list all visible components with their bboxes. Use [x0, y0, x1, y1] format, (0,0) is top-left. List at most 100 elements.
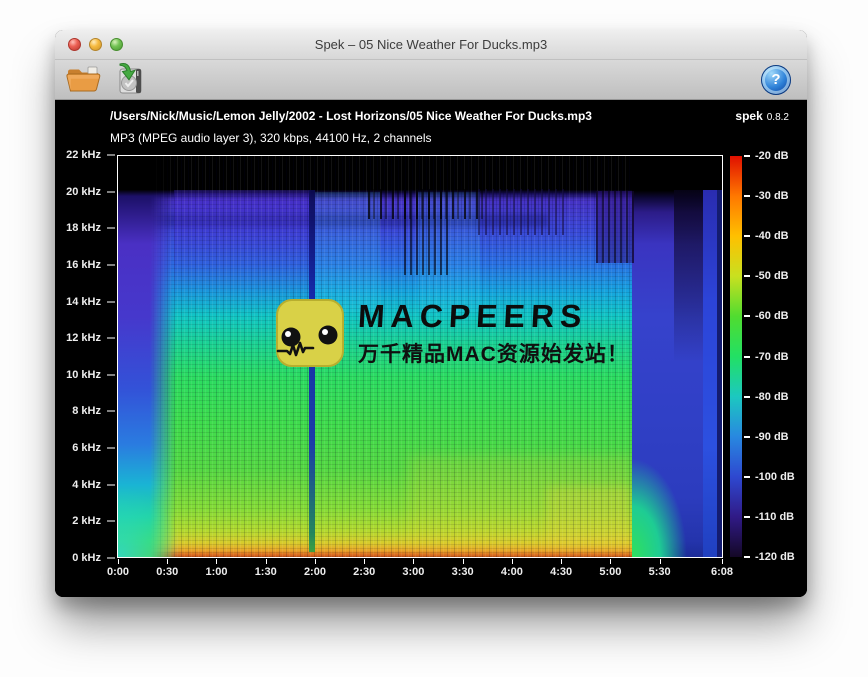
legend-tick: [744, 396, 750, 398]
legend-bar: [730, 156, 742, 557]
legend-tick: [744, 516, 750, 518]
app-version: spek0.8.2: [735, 109, 789, 123]
legend-label: -60 dB: [755, 310, 789, 322]
y-axis-label: 8 kHz: [72, 405, 101, 417]
y-axis-label: 12 kHz: [66, 332, 101, 344]
x-axis-tick: [216, 559, 217, 564]
y-axis-tick: [107, 411, 115, 412]
file-path: /Users/Nick/Music/Lemon Jelly/2002 - Los…: [110, 109, 592, 123]
legend-ticks: [744, 156, 750, 557]
help-question-icon: ?: [771, 71, 780, 88]
spectrogram-streaks: [404, 189, 450, 275]
y-axis-label: 22 kHz: [66, 149, 101, 161]
x-axis-tick: [512, 559, 513, 564]
x-axis-label: 1:00: [205, 566, 227, 578]
x-axis-tick: [315, 559, 316, 564]
x-axis-label: 5:00: [599, 566, 621, 578]
y-axis-tick: [107, 484, 115, 485]
x-axis-tick: [463, 559, 464, 564]
x-axis-label: 3:00: [402, 566, 424, 578]
traffic-lights: [68, 38, 123, 51]
watermark-brand: MACPEERS: [357, 298, 630, 335]
x-axis-tick: [364, 559, 365, 564]
spectrogram-final-band: [703, 190, 717, 557]
y-axis-tick: [107, 521, 115, 522]
y-axis-tick: [107, 558, 115, 559]
macpeers-face-icon: [276, 299, 344, 367]
spectrogram-intro-glow: [118, 456, 210, 557]
save-export-icon: [111, 62, 147, 98]
open-file-button[interactable]: [65, 63, 101, 96]
y-axis-tick: [107, 338, 115, 339]
y-axis-label: 10 kHz: [66, 369, 101, 381]
x-axis-label: 6:08: [711, 566, 733, 578]
x-axis-tick: [660, 559, 661, 564]
y-axis-tick: [107, 374, 115, 375]
x-axis-tick: [266, 559, 267, 564]
open-folder-icon: [65, 63, 101, 96]
y-axis-label: 2 kHz: [72, 515, 101, 527]
zoom-button[interactable]: [110, 38, 123, 51]
x-axis-label: 4:30: [550, 566, 572, 578]
x-axis-tick: [118, 559, 119, 564]
x-axis-label: 2:00: [304, 566, 326, 578]
legend-label: -30 dB: [755, 190, 789, 202]
legend-tick: [744, 195, 750, 197]
y-axis-label: 20 kHz: [66, 186, 101, 198]
legend-tick: [744, 476, 750, 478]
x-axis-label: 2:30: [353, 566, 375, 578]
legend-tick: [744, 235, 750, 237]
y-axis-tick: [107, 228, 115, 229]
x-axis-label: 0:00: [107, 566, 129, 578]
legend-label: -110 dB: [755, 511, 794, 523]
y-axis-tick: [107, 155, 115, 156]
close-button[interactable]: [68, 38, 81, 51]
help-button[interactable]: ?: [761, 65, 791, 95]
legend-tick: [744, 436, 750, 438]
legend-labels: -20 dB-30 dB-40 dB-50 dB-60 dB-70 dB-80 …: [755, 156, 807, 557]
spectrogram-quiet-line: [309, 190, 315, 552]
spectrogram-plot: MACPEERS 万千精品MAC资源始发站！: [118, 156, 722, 557]
legend-label: -40 dB: [755, 230, 789, 242]
x-axis-tick: [610, 559, 611, 564]
legend-tick: [744, 556, 750, 558]
watermark: MACPEERS 万千精品MAC资源始发站！: [276, 298, 629, 368]
y-axis-labels: 22 kHz20 kHz18 kHz16 kHz14 kHz12 kHz10 k…: [55, 155, 105, 558]
y-axis-tick: [107, 191, 115, 192]
save-spectrogram-button[interactable]: [111, 62, 147, 98]
app-window: Spek – 05 Nice Weather For Ducks.mp3: [55, 30, 807, 597]
x-axis-label: 1:30: [255, 566, 277, 578]
legend-tick: [744, 275, 750, 277]
y-axis-ticks: [107, 155, 115, 558]
legend-tick: [744, 356, 750, 358]
title-bar[interactable]: Spek – 05 Nice Weather For Ducks.mp3: [55, 30, 807, 60]
spectrogram-final-edge: [717, 190, 722, 557]
legend-label: -100 dB: [755, 471, 795, 483]
legend-label: -90 dB: [755, 431, 789, 443]
window-title: Spek – 05 Nice Weather For Ducks.mp3: [315, 37, 547, 52]
x-axis: 0:000:301:001:302:002:303:003:304:004:30…: [118, 559, 722, 583]
x-axis-tick: [722, 559, 723, 564]
x-axis-tick: [413, 559, 414, 564]
y-axis-tick: [107, 301, 115, 302]
x-axis-tick: [167, 559, 168, 564]
y-axis-label: 14 kHz: [66, 296, 101, 308]
minimize-button[interactable]: [89, 38, 102, 51]
y-axis-tick: [107, 264, 115, 265]
y-axis-tick: [107, 448, 115, 449]
legend-label: -50 dB: [755, 270, 789, 282]
y-axis-label: 6 kHz: [72, 442, 101, 454]
spectrogram-streaks: [478, 189, 564, 235]
content-area: /Users/Nick/Music/Lemon Jelly/2002 - Los…: [55, 100, 807, 597]
x-axis-label: 4:00: [501, 566, 523, 578]
toolbar: ?: [55, 60, 807, 100]
legend-label: -20 dB: [755, 150, 789, 162]
watermark-tagline: 万千精品MAC资源始发站！: [358, 338, 629, 368]
legend-label: -120 dB: [755, 551, 795, 563]
x-axis-label: 0:30: [156, 566, 178, 578]
spectrogram-outro-wedge: [632, 424, 706, 557]
x-axis-label: 3:30: [452, 566, 474, 578]
legend-label: -70 dB: [755, 351, 789, 363]
format-info: MP3 (MPEG audio layer 3), 320 kbps, 4410…: [110, 131, 432, 145]
x-axis-label: 5:30: [649, 566, 671, 578]
